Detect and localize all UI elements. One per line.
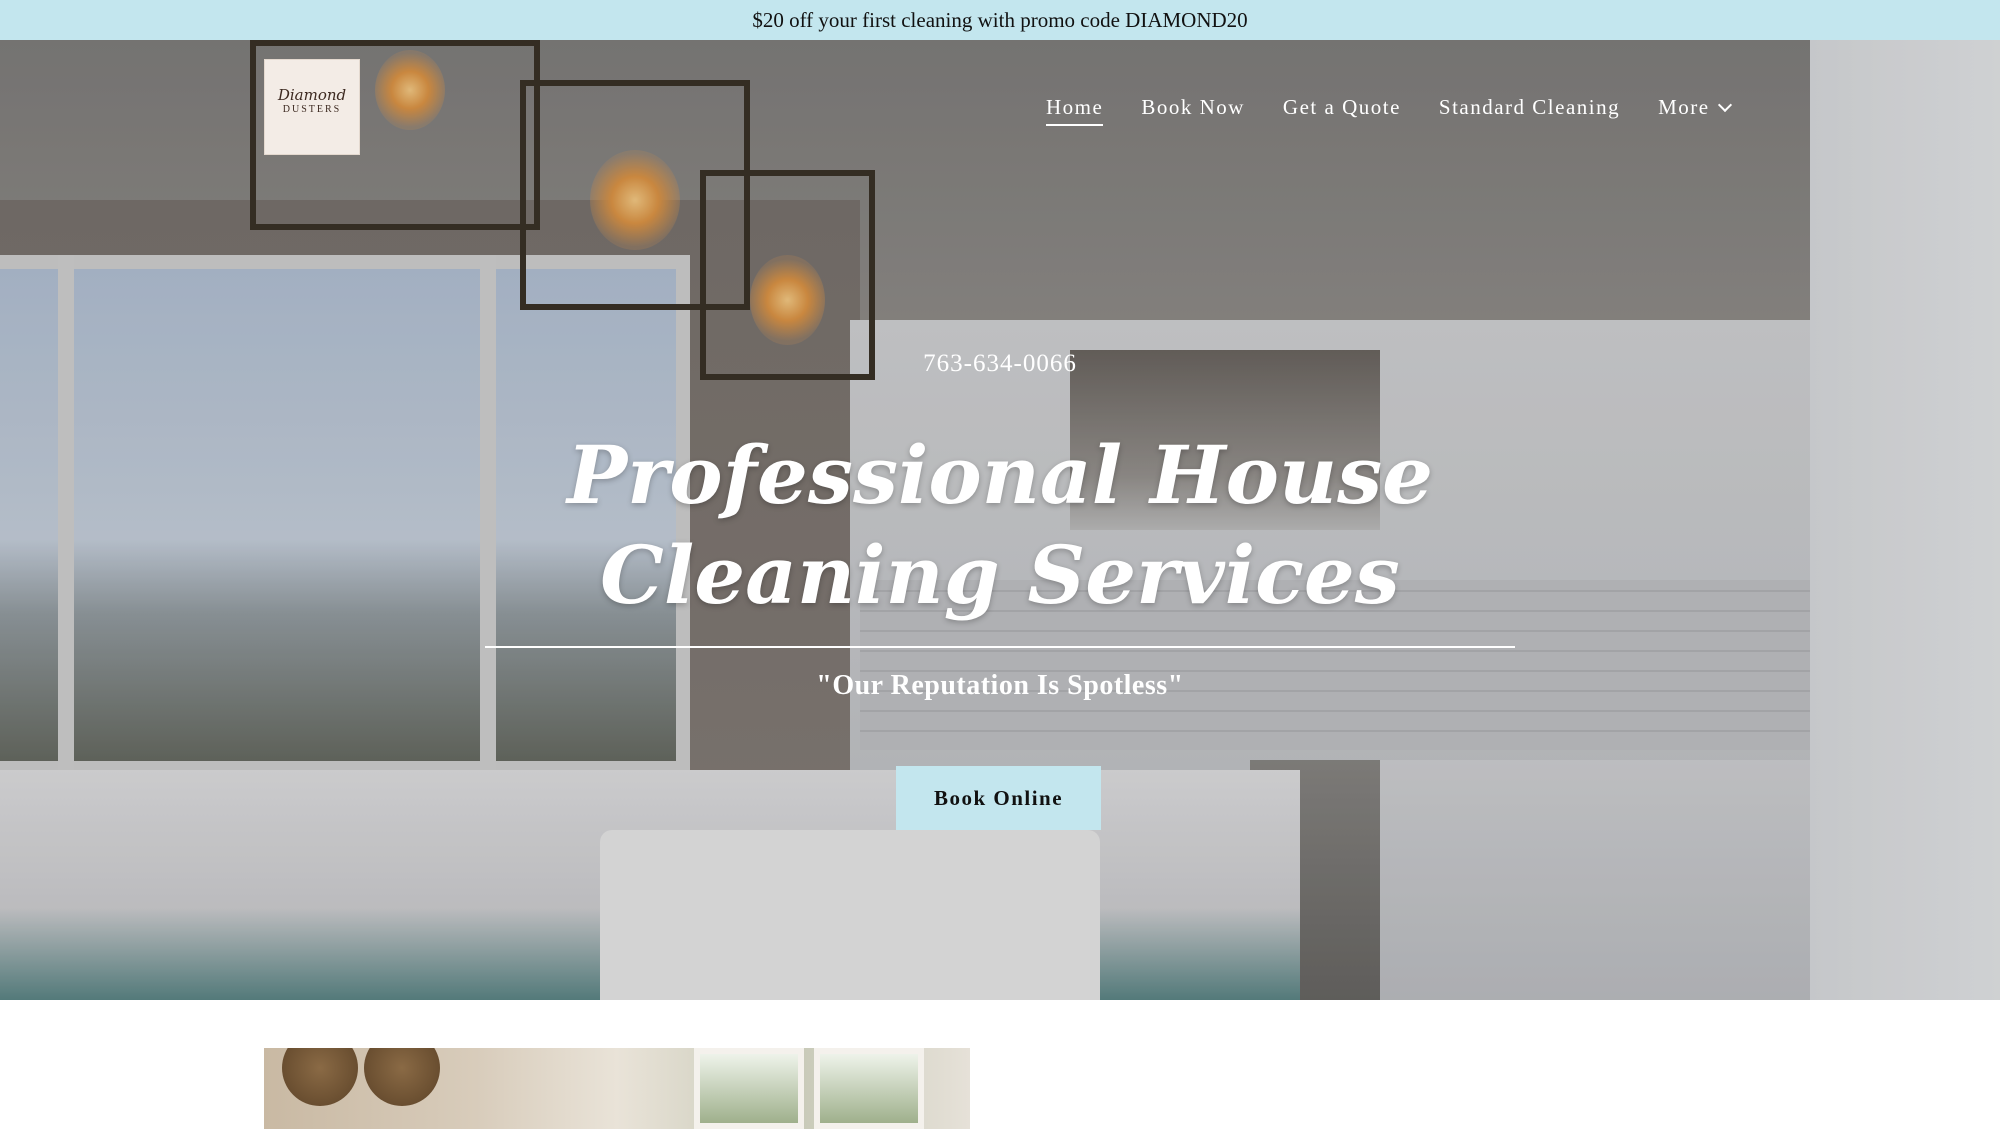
- wall-basket: [282, 1048, 358, 1106]
- site-logo[interactable]: Diamond DUSTERS: [264, 59, 360, 155]
- window-pane: [694, 1048, 804, 1129]
- nav-item-home[interactable]: Home: [1046, 95, 1104, 126]
- logo-rule: [311, 123, 312, 128]
- wall-basket: [364, 1048, 440, 1106]
- hero-headline: Professional House Cleaning Services: [566, 428, 1434, 622]
- promo-text: $20 off your first cleaning with promo c…: [752, 7, 1248, 32]
- nav-item-get-a-quote[interactable]: Get a Quote: [1283, 95, 1401, 120]
- phone-number[interactable]: 763-634-0066: [0, 350, 2000, 378]
- nav-item-standard-cleaning[interactable]: Standard Cleaning: [1439, 95, 1620, 120]
- hero-divider: [485, 646, 1515, 648]
- logo-caps-text: DUSTERS: [282, 104, 342, 115]
- logo-script-text: Diamond: [277, 86, 347, 104]
- interior-photo: [264, 1048, 970, 1129]
- hero-tagline: "Our Reputation Is Spotless": [816, 670, 1184, 701]
- chevron-down-icon: [1717, 97, 1732, 113]
- nav-item-more-label: More: [1658, 94, 1710, 119]
- promo-banner: $20 off your first cleaning with promo c…: [0, 0, 2000, 40]
- nav-item-book-now[interactable]: Book Now: [1141, 95, 1245, 120]
- book-online-button[interactable]: Book Online: [896, 766, 1101, 830]
- nav-item-more[interactable]: More: [1658, 94, 1732, 120]
- window-pane: [814, 1048, 924, 1129]
- main-nav: Home Book Now Get a Quote Standard Clean…: [1046, 92, 1732, 126]
